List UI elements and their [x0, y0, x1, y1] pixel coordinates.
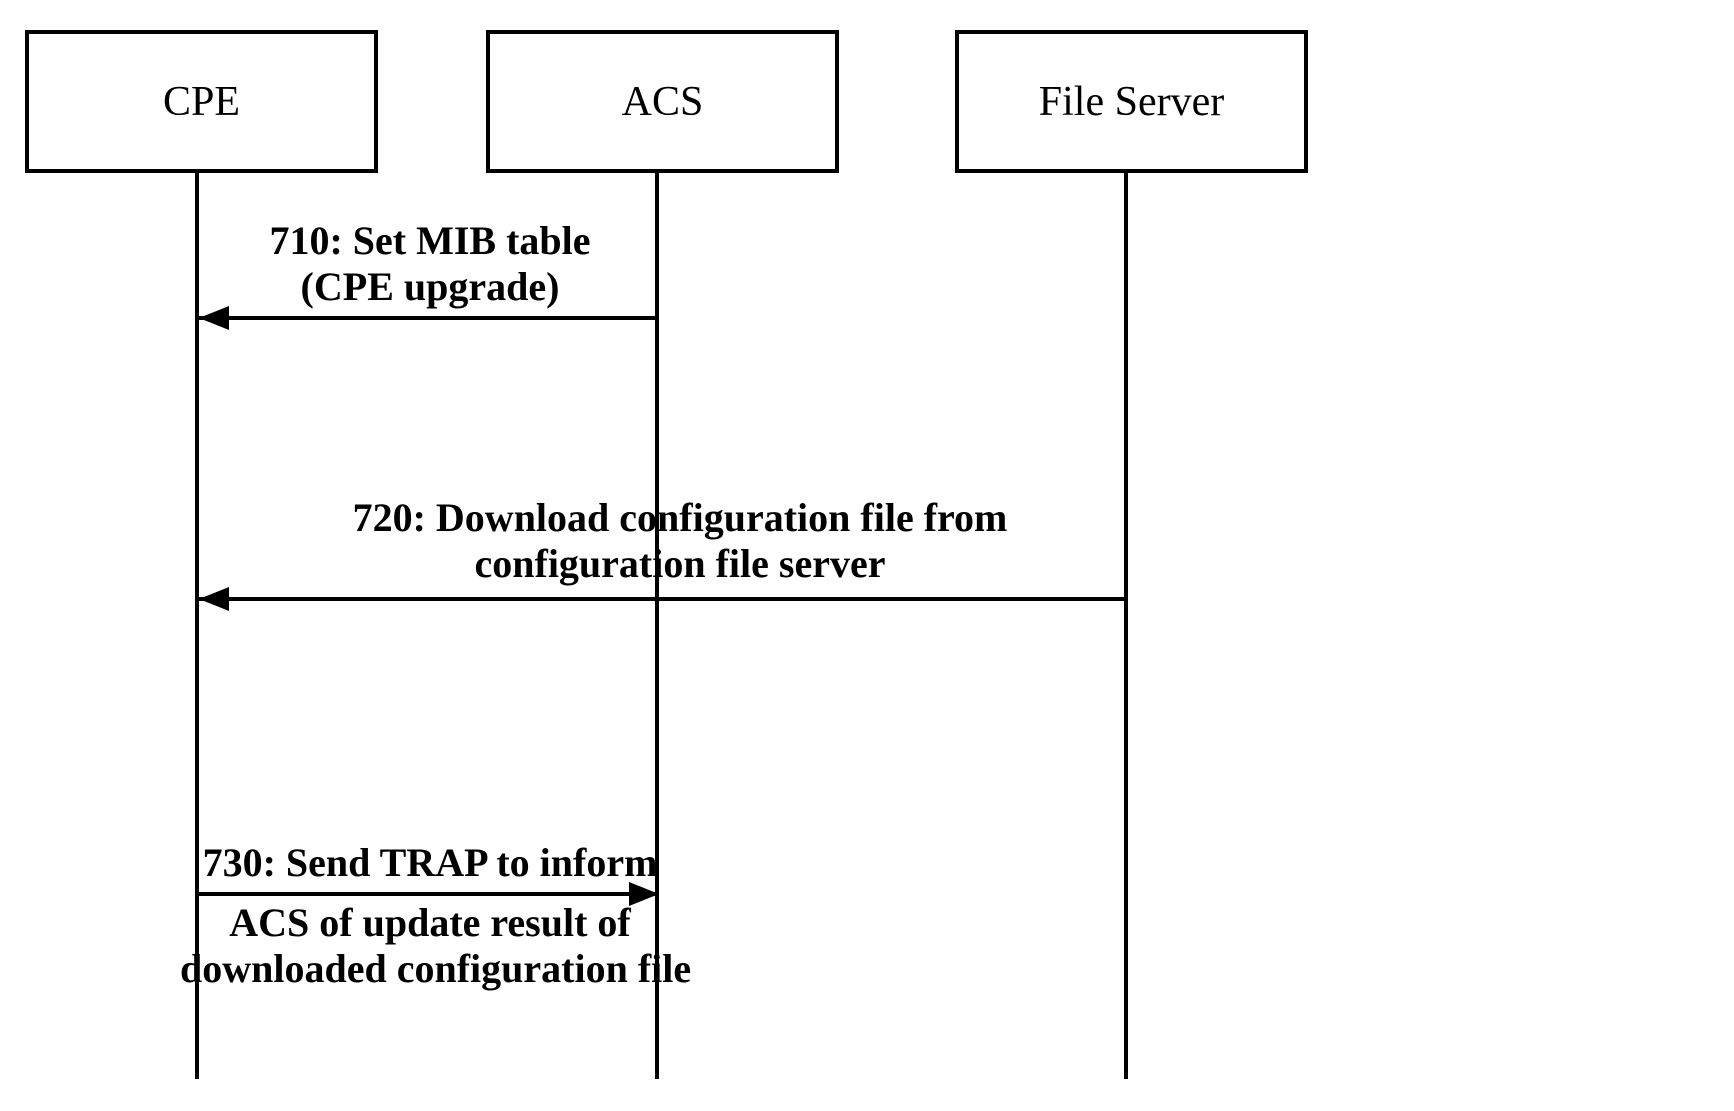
- message-720-line1: 720: Download configuration file from: [353, 495, 1008, 540]
- participant-cpe-label: CPE: [163, 78, 240, 126]
- participant-cpe: CPE: [25, 30, 378, 173]
- message-710-line1: 710: Set MIB table: [269, 218, 590, 263]
- sequence-diagram: CPE ACS File Server 710: Set MIB table (…: [0, 0, 1734, 1111]
- message-720-line: [199, 597, 1128, 601]
- lifeline-file-server: [1124, 169, 1128, 1079]
- message-730-line3: downloaded configuration file: [180, 946, 691, 991]
- message-720-line2: configuration file server: [475, 541, 886, 586]
- message-730-label-cont: ACS of update result of downloaded confi…: [180, 900, 680, 992]
- message-710-arrow-icon: [199, 306, 229, 330]
- message-730-line2: ACS of update result of: [229, 900, 631, 945]
- message-710-label: 710: Set MIB table (CPE upgrade): [200, 218, 660, 310]
- message-720-label: 720: Download configuration file from co…: [200, 495, 1160, 587]
- message-710-line: [199, 316, 659, 320]
- participant-acs-label: ACS: [622, 78, 704, 126]
- message-730-line: [199, 892, 659, 896]
- message-720-arrow-icon: [199, 587, 229, 611]
- message-730-label: 730: Send TRAP to inform: [190, 840, 670, 886]
- message-730-line1: 730: Send TRAP to inform: [203, 840, 658, 885]
- participant-file-server-label: File Server: [1039, 78, 1224, 126]
- participant-acs: ACS: [486, 30, 839, 173]
- participant-file-server: File Server: [955, 30, 1308, 173]
- message-710-line2: (CPE upgrade): [301, 264, 560, 309]
